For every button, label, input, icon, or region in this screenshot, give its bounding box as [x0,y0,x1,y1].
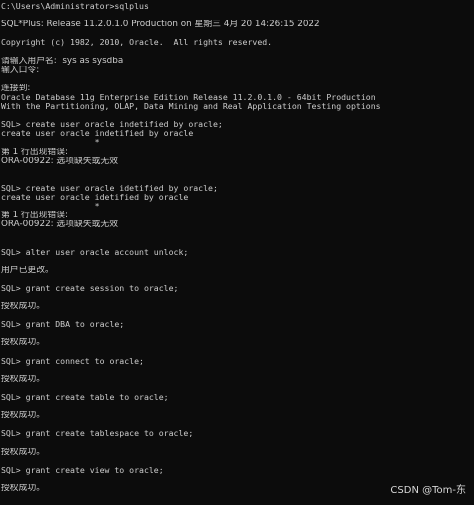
console-line: 输入口令: [1,65,40,75]
console-line: * [1,138,100,148]
console-line: 授权成功。 [1,302,45,312]
console-line: 第 1 行出现错误: [1,211,68,221]
console-line: create user oracle indetified by oracle [1,129,194,139]
console-line: ORA-00922: 选项缺失或无效 [1,220,119,230]
console-line: Copyright (c) 1982, 2010, Oracle. All ri… [1,38,273,48]
console-line: SQL> grant DBA to oracle; [1,320,125,330]
console-line: SQL> grant create table to oracle; [1,393,169,403]
console-line: SQL> grant create tablespace to oracle; [1,429,194,439]
console-line: 请输入用户名: sys as sysdba [1,56,124,66]
console-line: 授权成功。 [1,374,45,384]
console-line: SQL> create user oracle indetified by or… [1,120,223,130]
console-line: ORA-00922: 选项缺失或无效 [1,156,119,166]
console-line: create user oracle idetified by oracle [1,192,189,202]
csdn-watermark: CSDN @Tom-东 [390,484,466,496]
console-line: * [1,202,100,212]
console-line: 授权成功。 [1,447,45,457]
console-line: With the Partitioning, OLAP, Data Mining… [1,102,381,112]
console-line: C:\Users\Administrator>sqlplus [1,2,149,11]
console-line: 授权成功。 [1,338,45,348]
console-line: Oracle Database 11g Enterprise Edition R… [1,92,376,102]
console-line: SQL> grant create session to oracle; [1,283,179,293]
console-line: SQL> grant create view to oracle; [1,465,164,475]
terminal-console[interactable]: C:\Users\Administrator>sqlplus SQL*Plus:… [0,0,474,505]
console-line: SQL> grant connect to oracle; [1,356,144,366]
console-line: 第 1 行出现错误: [1,147,68,157]
console-line: 连接到: [1,83,31,93]
console-line: SQL> alter user oracle account unlock; [1,247,189,257]
console-line: SQL*Plus: Release 11.2.0.1.0 Production … [1,20,320,30]
console-line: 用户已更改。 [1,265,54,275]
console-line: SQL> create user oracle idetified by ora… [1,183,218,193]
console-line: 授权成功。 [1,411,45,421]
